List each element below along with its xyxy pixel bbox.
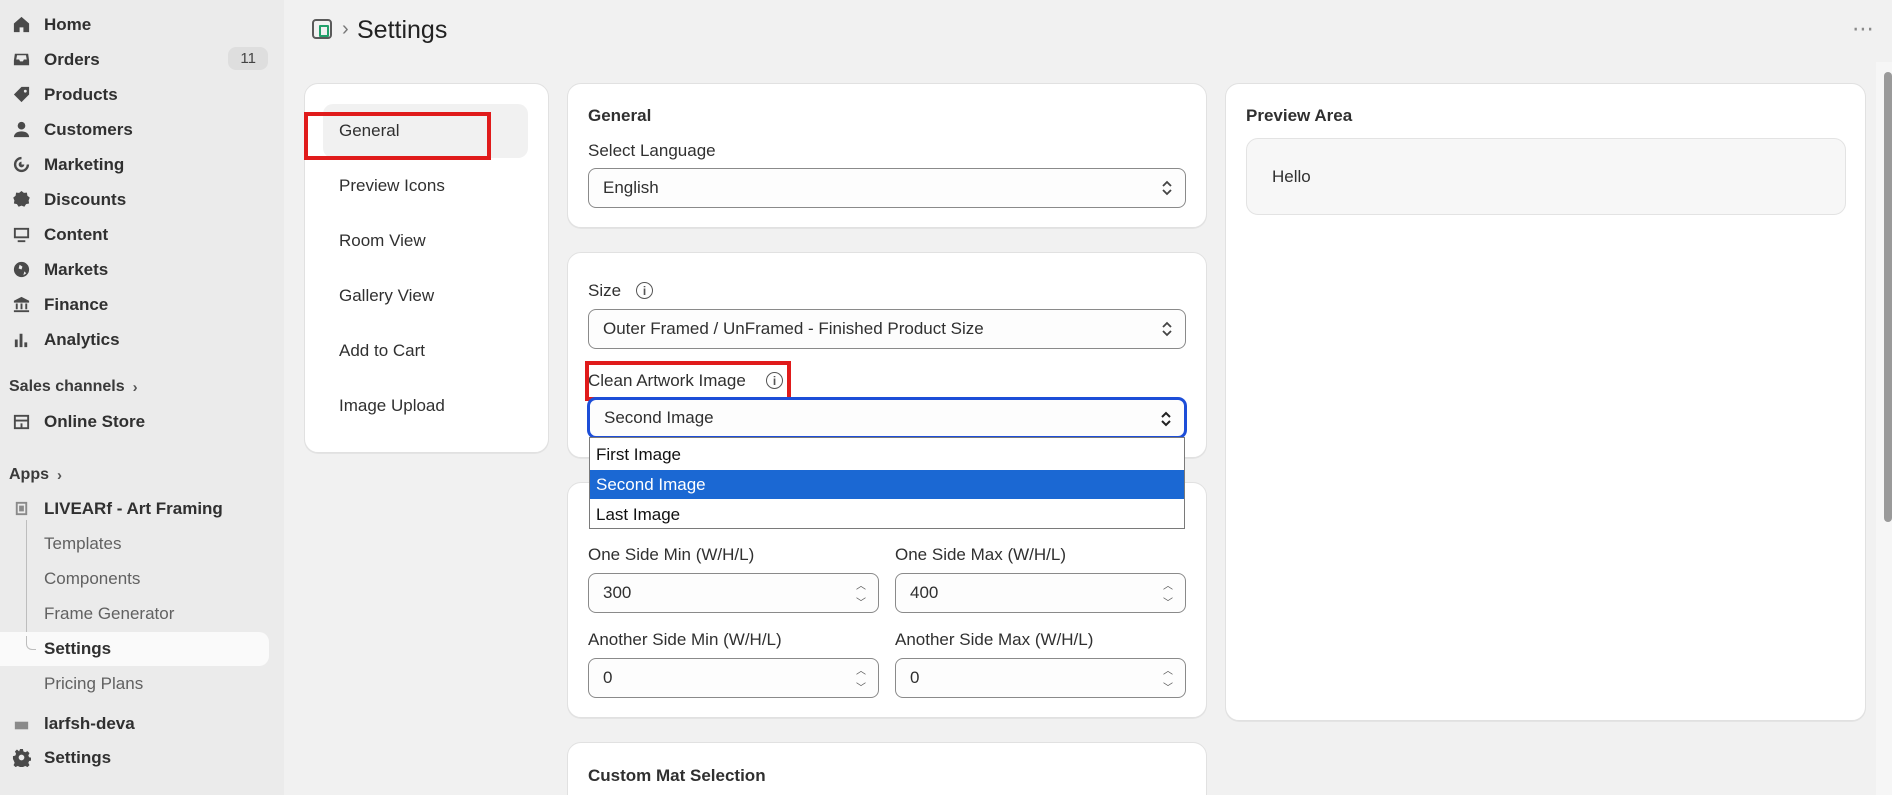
size-select[interactable]: Outer Framed / UnFramed - Finished Produ… (588, 309, 1186, 349)
chart-icon (12, 329, 40, 351)
sidebar-item-settings[interactable]: Settings (8, 741, 268, 774)
stepper-icon[interactable]: ︿ ﹀ (850, 577, 872, 609)
gear-icon (12, 747, 40, 769)
preview-title: Preview Area (1246, 106, 1353, 125)
sidebar-item-products[interactable]: Products (8, 78, 268, 111)
general-card-title: General (588, 106, 652, 125)
menu-item-preview-icons[interactable]: Preview Icons (339, 176, 445, 196)
sidebar-item-larfsh-deva[interactable]: larfsh-deva (8, 714, 268, 732)
sidebar-item-marketing[interactable]: Marketing (8, 148, 268, 181)
select-chevron-icon (1162, 180, 1172, 196)
sidebar-item-finance[interactable]: Finance (8, 288, 268, 321)
person-icon (12, 119, 40, 141)
preview-text: Hello (1272, 167, 1311, 186)
preview-box (1246, 138, 1846, 215)
store-icon (12, 411, 40, 433)
home-icon (12, 14, 40, 36)
orders-count-badge: 11 (228, 47, 268, 70)
another-side-max-input[interactable]: 0 ︿ ﹀ (895, 658, 1186, 698)
menu-item-room-view[interactable]: Room View (339, 231, 426, 251)
sales-channels-section[interactable]: Sales channels › (9, 378, 138, 396)
chevron-right-icon: › (132, 378, 138, 396)
one-side-min-input[interactable]: 300 ︿ ﹀ (588, 573, 879, 613)
language-select[interactable]: English (588, 168, 1186, 208)
select-chevron-icon (1162, 321, 1172, 337)
menu-item-add-to-cart[interactable]: Add to Cart (339, 341, 425, 361)
target-icon (12, 154, 40, 176)
one-side-max-label: One Side Max (W/H/L) (895, 545, 1066, 564)
app-breadcrumb-icon[interactable] (312, 19, 332, 39)
sidebar-item-content[interactable]: Content (8, 218, 268, 251)
apps-section[interactable]: Apps › (9, 466, 62, 484)
one-side-max-input[interactable]: 400 ︿ ﹀ (895, 573, 1186, 613)
more-actions-icon[interactable]: ⋯ (1852, 16, 1875, 42)
clean-artwork-select[interactable]: Second Image (588, 398, 1186, 438)
highlight-box-clean-artwork (585, 361, 791, 401)
stepper-icon[interactable]: ︿ ﹀ (1157, 577, 1179, 609)
size-label: Size (588, 281, 622, 300)
another-side-min-label: Another Side Min (W/H/L) (588, 630, 782, 649)
sidebar: Home Orders 11 Products Customers Market… (0, 0, 284, 795)
one-side-min-label: One Side Min (W/H/L) (588, 545, 755, 564)
sidebar-subitem-settings[interactable]: Settings (44, 639, 111, 659)
sidebar-item-online-store[interactable]: Online Store (8, 405, 268, 438)
active-item-background (0, 632, 269, 666)
info-icon[interactable]: i (636, 282, 653, 299)
dropdown-option-second-image[interactable]: Second Image (590, 470, 1184, 499)
stepper-icon[interactable]: ︿ ﹀ (1157, 662, 1179, 694)
language-label: Select Language (588, 141, 716, 160)
sidebar-item-home[interactable]: Home (8, 8, 268, 41)
sidebar-item-customers[interactable]: Customers (8, 113, 268, 146)
chevron-right-icon: › (57, 466, 62, 484)
highlight-box-general (304, 112, 491, 160)
discount-icon (12, 189, 40, 211)
tag-icon (12, 84, 40, 106)
breadcrumb-chevron-icon: › (342, 18, 349, 40)
bank-icon (12, 294, 40, 316)
clean-artwork-dropdown: First Image Second Image Last Image (589, 437, 1185, 529)
another-side-min-input[interactable]: 0 ︿ ﹀ (588, 658, 879, 698)
stepper-icon[interactable]: ︿ ﹀ (850, 662, 872, 694)
content-icon (12, 224, 40, 246)
sidebar-item-markets[interactable]: Markets (8, 253, 268, 286)
page-title: Settings (357, 16, 448, 44)
sidebar-subitem-pricing-plans[interactable]: Pricing Plans (44, 674, 143, 694)
sidebar-item-orders[interactable]: Orders 11 (8, 43, 268, 76)
another-side-max-label: Another Side Max (W/H/L) (895, 630, 1094, 649)
sidebar-item-app-livearf[interactable]: LIVEARf - Art Framing (8, 492, 268, 525)
dropdown-option-last-image[interactable]: Last Image (590, 500, 1184, 529)
tree-connector (26, 636, 36, 650)
sidebar-item-discounts[interactable]: Discounts (8, 183, 268, 216)
select-chevron-icon (1161, 411, 1171, 427)
sidebar-item-analytics[interactable]: Analytics (8, 323, 268, 356)
sidebar-subitem-components[interactable]: Components (44, 569, 140, 589)
menu-item-gallery-view[interactable]: Gallery View (339, 286, 434, 306)
scrollbar-thumb[interactable] (1884, 72, 1892, 522)
menu-item-image-upload[interactable]: Image Upload (339, 396, 445, 416)
globe-icon (12, 259, 40, 281)
tree-line (26, 520, 27, 648)
sidebar-subitem-frame-generator[interactable]: Frame Generator (44, 604, 174, 624)
dropdown-option-first-image[interactable]: First Image (590, 440, 1184, 469)
inbox-icon (12, 49, 40, 71)
app-icon (12, 714, 40, 732)
app-icon (12, 498, 40, 520)
custom-mat-title: Custom Mat Selection (588, 766, 766, 785)
sidebar-subitem-templates[interactable]: Templates (44, 534, 121, 554)
